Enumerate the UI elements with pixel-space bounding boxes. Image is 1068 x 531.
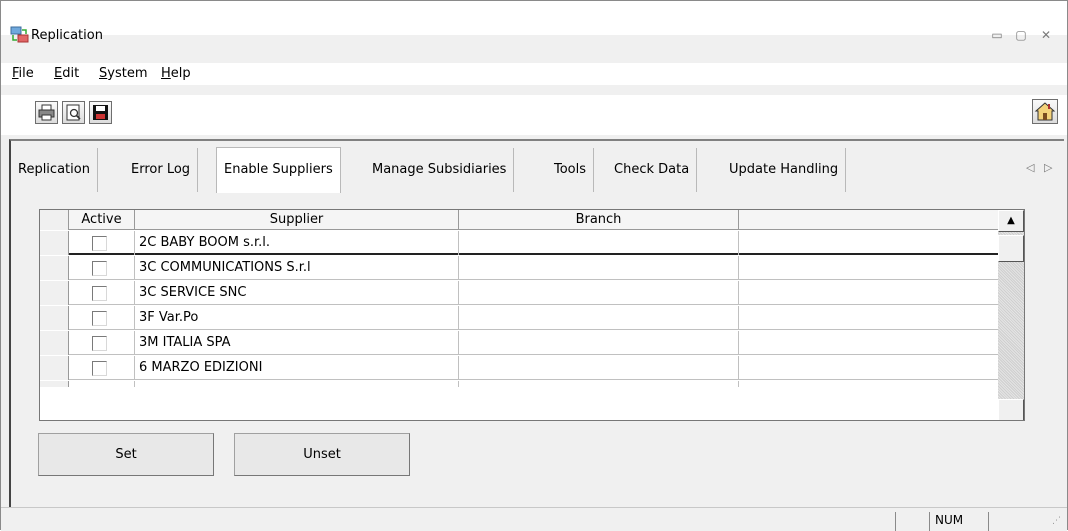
supplier-cell[interactable]: 3F Var.Po bbox=[135, 306, 459, 330]
extra-cell bbox=[739, 356, 998, 380]
menu-system[interactable]: System bbox=[99, 66, 148, 81]
supplier-cell[interactable]: 3C SERVICE SNC bbox=[135, 281, 459, 305]
supplier-cell[interactable]: 3C COMMUNICATIONS S.r.l bbox=[135, 256, 459, 280]
col-branch[interactable]: Branch bbox=[459, 210, 739, 230]
table-row[interactable]: 2C BABY BOOM s.r.l. bbox=[40, 231, 998, 255]
menu-help-label: elp bbox=[170, 66, 191, 81]
menu-edit-label: dit bbox=[62, 66, 80, 81]
status-bar: NUM ⋰ bbox=[1, 507, 1067, 531]
branch-cell[interactable] bbox=[459, 231, 739, 255]
extra-cell bbox=[739, 306, 998, 330]
partial-cell bbox=[135, 381, 459, 387]
table-row[interactable]: 3C COMMUNICATIONS S.r.l bbox=[40, 256, 998, 280]
restore-icon[interactable]: ▢ bbox=[1013, 28, 1029, 42]
extra-cell bbox=[739, 231, 998, 255]
printer-icon bbox=[38, 104, 55, 121]
supplier-cell[interactable]: 3M ITALIA SPA bbox=[135, 331, 459, 355]
tab-scroll-right-icon[interactable]: ▷ bbox=[1044, 161, 1052, 174]
window-title: Replication bbox=[31, 28, 103, 43]
row-header[interactable] bbox=[40, 306, 69, 330]
status-separator bbox=[988, 512, 989, 531]
row-header[interactable] bbox=[40, 256, 69, 280]
partial-cell bbox=[459, 381, 739, 387]
replication-window: Replication ▭ ▢ ✕ File Edit System Help bbox=[0, 0, 1068, 531]
status-separator bbox=[895, 512, 896, 531]
partial-cell bbox=[69, 381, 135, 387]
branch-cell[interactable] bbox=[459, 306, 739, 330]
row-header[interactable] bbox=[40, 231, 69, 255]
minimize-icon[interactable]: ▭ bbox=[989, 28, 1005, 42]
suppliers-grid: Active Supplier Branch 2C BABY BOOM s.r.… bbox=[39, 209, 1025, 421]
table-row[interactable]: 3M ITALIA SPA bbox=[40, 331, 998, 355]
menu-system-label: ystem bbox=[107, 66, 148, 81]
scroll-down-button[interactable] bbox=[998, 399, 1024, 420]
menu-file[interactable]: File bbox=[12, 66, 34, 81]
resize-grip-icon[interactable]: ⋰ bbox=[1052, 516, 1064, 528]
tab-check-data[interactable]: Check Data bbox=[607, 148, 698, 192]
scroll-up-icon[interactable]: ▲ bbox=[998, 210, 1024, 232]
menu-bar: File Edit System Help bbox=[1, 63, 1067, 85]
set-button[interactable]: Set bbox=[38, 433, 214, 476]
active-checkbox[interactable] bbox=[92, 361, 107, 376]
active-checkbox[interactable] bbox=[92, 236, 107, 251]
active-checkbox[interactable] bbox=[92, 336, 107, 351]
tab-enable-suppliers[interactable]: Enable Suppliers bbox=[216, 147, 341, 193]
tab-update-handling[interactable]: Update Handling bbox=[722, 148, 847, 192]
partial-cell bbox=[40, 381, 69, 387]
extra-cell bbox=[739, 256, 998, 280]
col-supplier[interactable]: Supplier bbox=[135, 210, 459, 230]
print-button[interactable] bbox=[35, 101, 58, 124]
active-checkbox[interactable] bbox=[92, 311, 107, 326]
supplier-cell[interactable]: 6 MARZO EDIZIONI bbox=[135, 356, 459, 380]
title-bar: Replication ▭ ▢ ✕ bbox=[1, 1, 1067, 43]
replication-app-icon bbox=[10, 26, 30, 44]
tab-replication[interactable]: Replication bbox=[11, 148, 98, 192]
scroll-thumb[interactable] bbox=[998, 235, 1024, 262]
menu-file-label: ile bbox=[18, 66, 34, 81]
grid-header: Active Supplier Branch bbox=[40, 210, 998, 230]
menu-edit-key: E bbox=[54, 66, 63, 81]
tab-scroll-left-icon[interactable]: ◁ bbox=[1026, 161, 1034, 174]
unset-button[interactable]: Unset bbox=[234, 433, 410, 476]
row-header-corner bbox=[40, 210, 69, 230]
menu-help-key: H bbox=[161, 66, 171, 81]
save-button[interactable] bbox=[89, 101, 112, 124]
print-preview-button[interactable] bbox=[62, 101, 85, 124]
active-checkbox[interactable] bbox=[92, 261, 107, 276]
row-header[interactable] bbox=[40, 331, 69, 355]
col-extra bbox=[739, 210, 998, 230]
extra-cell bbox=[739, 331, 998, 355]
print-preview-icon bbox=[66, 104, 81, 121]
col-active[interactable]: Active bbox=[69, 210, 135, 230]
menu-help[interactable]: Help bbox=[161, 66, 191, 81]
tab-manage-subsidiaries[interactable]: Manage Subsidiaries bbox=[365, 148, 515, 192]
close-icon[interactable]: ✕ bbox=[1038, 28, 1054, 42]
menu-edit[interactable]: Edit bbox=[54, 66, 79, 81]
status-separator bbox=[929, 512, 930, 531]
supplier-cell[interactable]: 2C BABY BOOM s.r.l. bbox=[135, 231, 459, 255]
num-lock-indicator: NUM bbox=[935, 513, 964, 527]
table-row[interactable]: 3C SERVICE SNC bbox=[40, 281, 998, 305]
tab-strip: Replication Error Log Enable Suppliers M… bbox=[11, 147, 1061, 193]
branch-cell[interactable] bbox=[459, 331, 739, 355]
active-checkbox[interactable] bbox=[92, 286, 107, 301]
table-row[interactable]: 3F Var.Po bbox=[40, 306, 998, 330]
row-header[interactable] bbox=[40, 281, 69, 305]
save-icon bbox=[93, 105, 108, 120]
row-header[interactable] bbox=[40, 356, 69, 380]
table-row-partial bbox=[40, 381, 998, 387]
extra-cell bbox=[739, 281, 998, 305]
grid-vertical-scrollbar[interactable]: ▲ bbox=[998, 210, 1024, 420]
table-row[interactable]: 6 MARZO EDIZIONI bbox=[40, 356, 998, 380]
branch-cell[interactable] bbox=[459, 281, 739, 305]
branch-cell[interactable] bbox=[459, 256, 739, 280]
home-button[interactable] bbox=[1032, 99, 1058, 124]
home-icon bbox=[1034, 102, 1056, 121]
tab-tools[interactable]: Tools bbox=[547, 148, 595, 192]
toolbar bbox=[1, 95, 1067, 135]
tab-error-log[interactable]: Error Log bbox=[124, 148, 199, 192]
branch-cell[interactable] bbox=[459, 356, 739, 380]
